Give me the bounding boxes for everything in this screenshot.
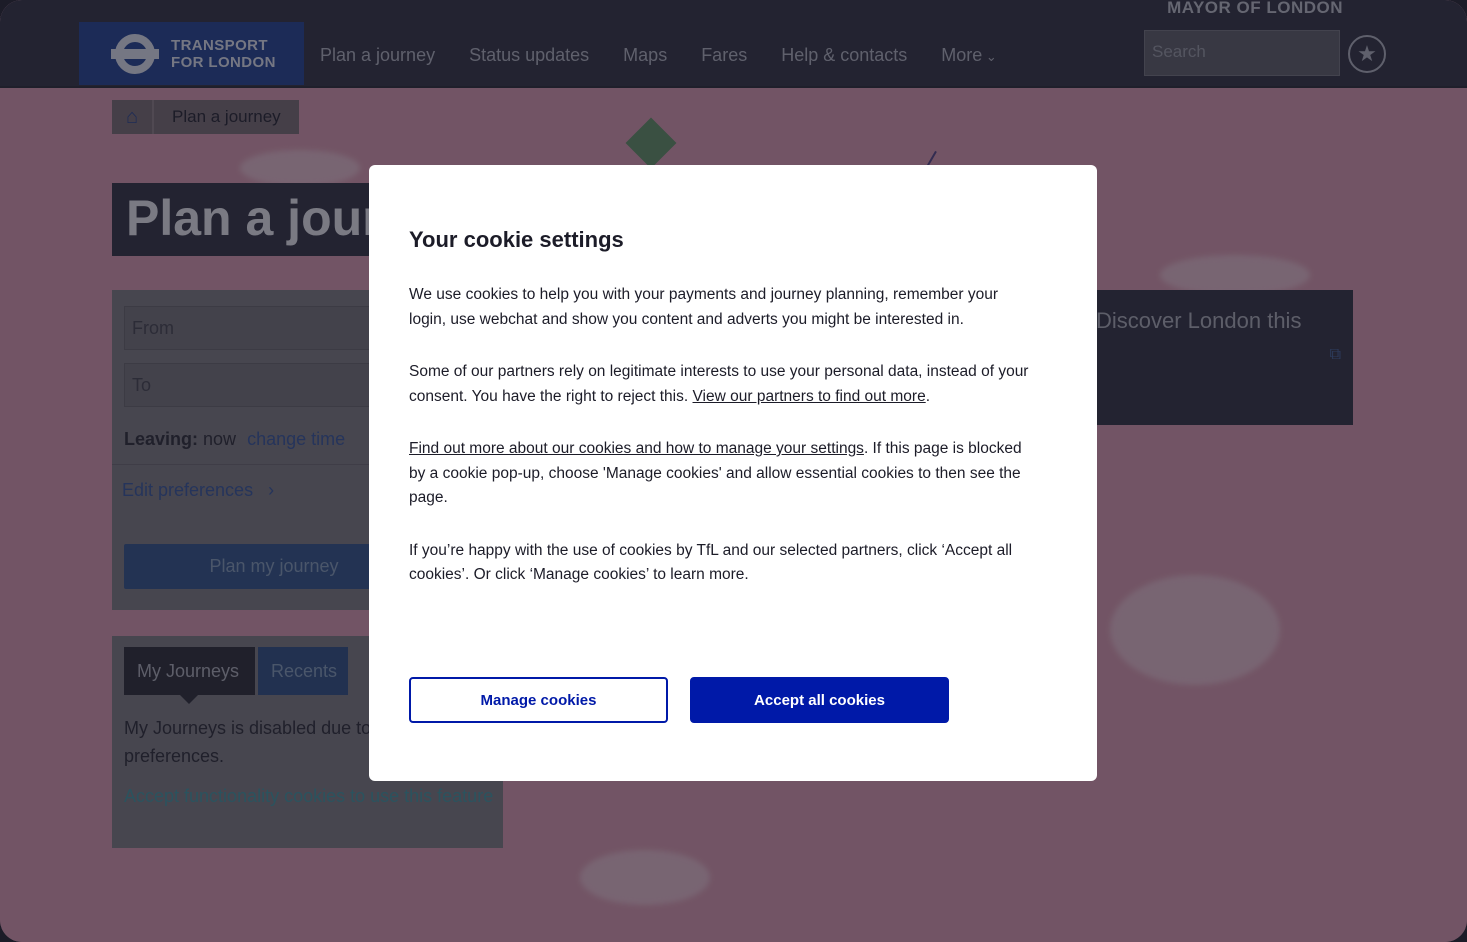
browser-frame: MAYOR OF LONDON TRANSPORT FOR LONDON Pla… [0,0,1467,942]
cookie-info-link[interactable]: Find out more about our cookies and how … [409,440,864,457]
cookie-paragraph-4: If you’re happy with the use of cookies … [409,541,1013,584]
cookie-settings-dialog: Your cookie settings We use cookies to h… [369,165,1097,781]
dialog-title: Your cookie settings [409,227,624,252]
view-partners-link[interactable]: View our partners to find out more [693,388,926,405]
dialog-buttons: Manage cookies Accept all cookies [409,677,949,723]
cookie-paragraph-3: Find out more about our cookies and how … [409,440,1022,506]
cookie-paragraph-1: We use cookies to help you with your pay… [409,286,999,328]
manage-cookies-button[interactable]: Manage cookies [409,677,668,723]
cookie-paragraph-2: Some of our partners rely on legitimate … [409,363,1029,405]
accept-all-cookies-button[interactable]: Accept all cookies [690,677,949,723]
